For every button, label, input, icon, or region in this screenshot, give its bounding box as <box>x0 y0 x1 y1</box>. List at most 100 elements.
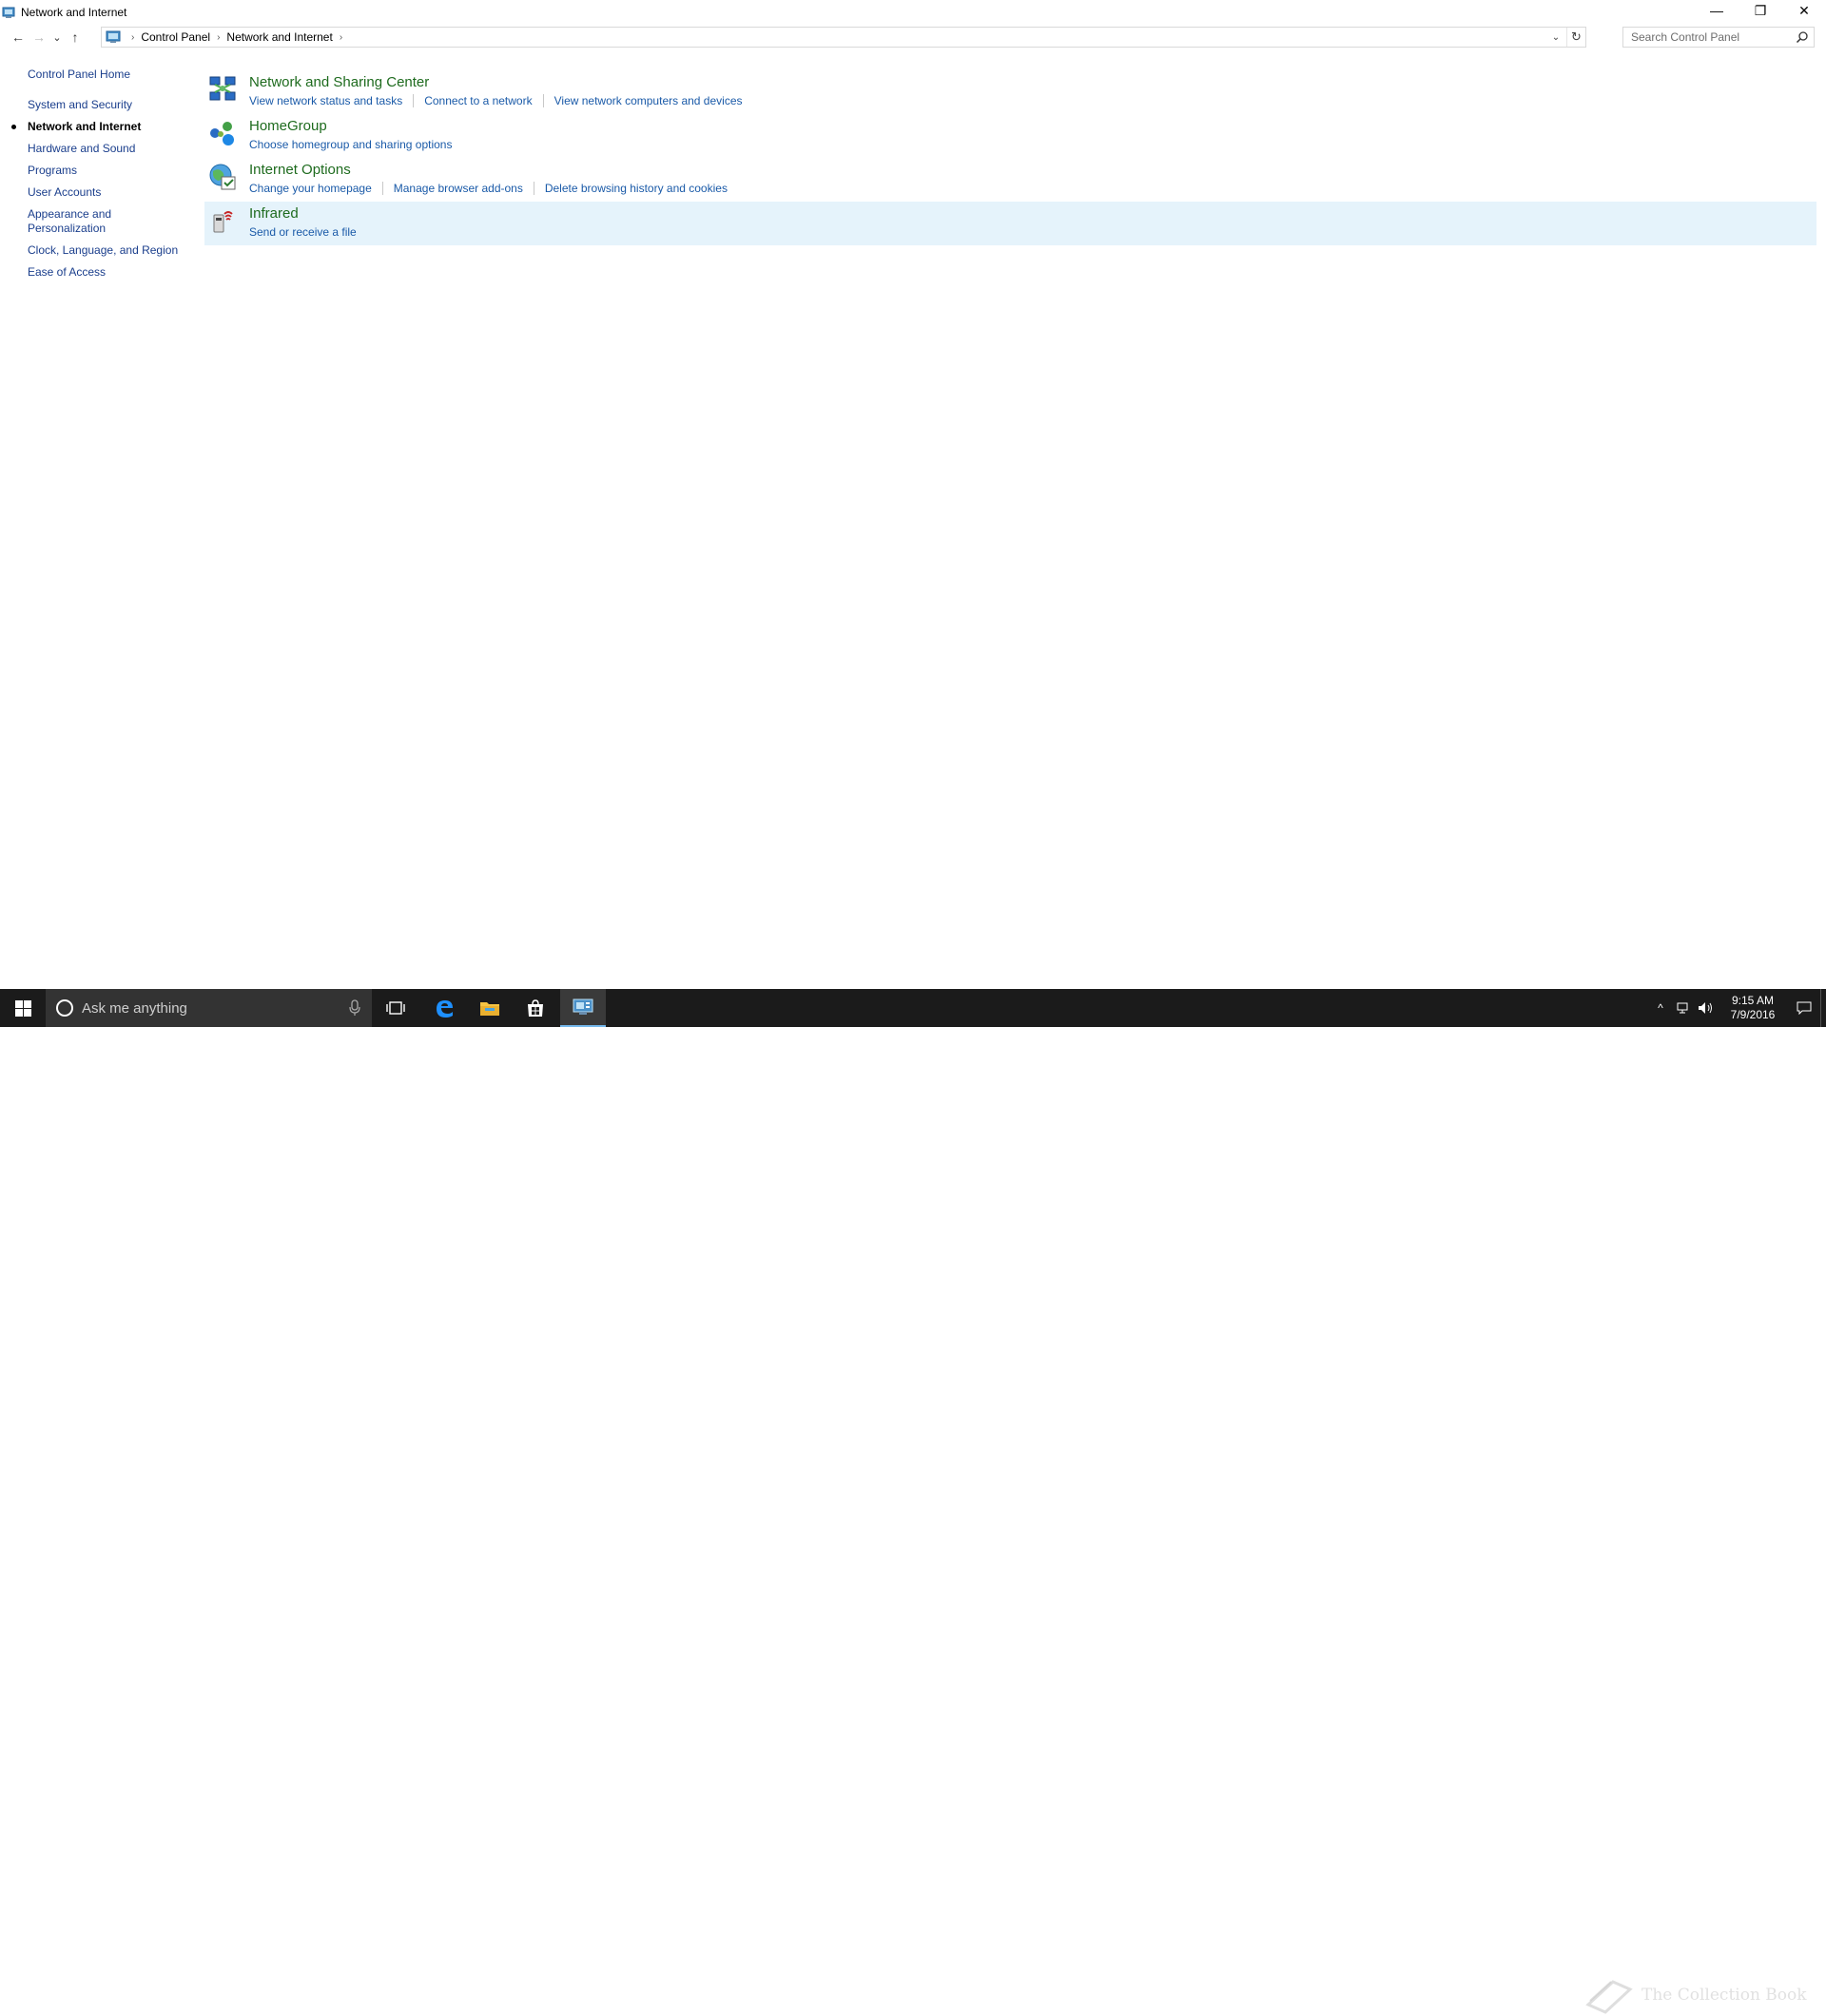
folder-icon <box>480 1002 499 1016</box>
system-tray: ^ 9:15 AM 7/9/2016 <box>1649 989 1826 1027</box>
breadcrumb-separator[interactable]: › <box>131 32 134 43</box>
leftnav-item-label: Ease of Access <box>28 265 107 279</box>
category-tasks: Choose homegroup and sharing options <box>249 138 452 151</box>
network-sharing-icon[interactable] <box>207 74 238 105</box>
taskbar: Ask me anything The Collection Book ^ 9:… <box>0 989 1826 2014</box>
window-controls: — ❐ ✕ <box>1695 0 1826 21</box>
change-homepage-link[interactable]: Change your homepage <box>249 182 372 195</box>
leftnav-item-label: Network and Internet <box>28 120 142 133</box>
refresh-button[interactable]: ↻ <box>1566 28 1585 47</box>
leftnav-item-label: Clock, Language, and Region <box>28 243 179 257</box>
show-hidden-icons-icon[interactable]: ^ <box>1649 989 1672 1027</box>
cortana-placeholder: Ask me anything <box>82 999 187 1017</box>
control-panel-home-link[interactable]: Control Panel Home <box>28 68 130 81</box>
internet-options-icon[interactable] <box>207 162 238 192</box>
watermark: The Collection Book <box>1584 1974 1807 2016</box>
clock[interactable]: 9:15 AM 7/9/2016 <box>1718 994 1788 1022</box>
title-bar: Network and Internet — ❐ ✕ <box>0 0 1826 25</box>
edge-taskbar-button[interactable] <box>421 989 467 1027</box>
store-icon <box>528 999 543 1017</box>
close-button[interactable]: ✕ <box>1782 0 1826 21</box>
leftnav-item-ease-of-access[interactable]: Ease of Access <box>0 265 190 280</box>
network-icon[interactable] <box>1672 989 1695 1027</box>
window-title: Network and Internet <box>21 6 127 19</box>
infrared-icon[interactable] <box>207 205 238 236</box>
leftnav-item-label: User Accounts <box>28 185 102 199</box>
leftnav-item-programs[interactable]: Programs <box>0 164 190 178</box>
leftnav-item-clock-language-region[interactable]: Clock, Language, and Region <box>0 243 190 258</box>
store-taskbar-button[interactable] <box>513 989 558 1027</box>
category-homegroup: HomeGroup Choose homegroup and sharing o… <box>204 114 1816 158</box>
start-button[interactable] <box>0 989 46 1027</box>
address-bar[interactable]: › Control Panel › Network and Internet ›… <box>101 27 1586 48</box>
forward-button[interactable]: → <box>29 27 49 48</box>
search-box[interactable] <box>1622 27 1815 48</box>
volume-icon[interactable] <box>1695 989 1718 1027</box>
leftnav-item-label: Appearance and Personalization <box>28 207 112 235</box>
cortana-search-box[interactable]: Ask me anything <box>46 989 372 1027</box>
cortana-icon <box>56 999 73 1017</box>
microphone-icon[interactable] <box>349 999 360 1017</box>
leftnav-item-label: System and Security <box>28 98 133 111</box>
main-content: Network and Sharing Center View network … <box>204 70 1816 245</box>
control-panel-taskbar-button[interactable] <box>560 989 606 1027</box>
choose-homegroup-options-link[interactable]: Choose homegroup and sharing options <box>249 138 452 151</box>
back-button[interactable]: ← <box>8 27 29 48</box>
network-and-sharing-center-link[interactable]: Network and Sharing Center <box>249 74 429 90</box>
category-infrared[interactable]: Infrared Send or receive a file <box>204 202 1816 245</box>
manage-browser-addons-link[interactable]: Manage browser add-ons <box>394 182 523 195</box>
current-bullet-icon <box>11 125 16 129</box>
task-view-icon <box>386 1001 405 1015</box>
control-panel-icon <box>2 7 15 18</box>
navigation-bar: ← → ⌄ ↑ › Control Panel › Network and In… <box>0 27 1826 48</box>
category-tasks: View network status and tasks Connect to… <box>249 94 743 107</box>
task-view-button[interactable] <box>373 989 418 1027</box>
clock-date: 7/9/2016 <box>1730 1008 1776 1021</box>
action-center-icon[interactable] <box>1788 989 1820 1027</box>
breadcrumb-separator[interactable]: › <box>340 32 342 43</box>
restore-button[interactable]: ❐ <box>1739 0 1782 21</box>
up-button[interactable]: ↑ <box>65 27 86 48</box>
link-divider <box>542 94 544 107</box>
view-network-computers-link[interactable]: View network computers and devices <box>554 94 743 107</box>
control-panel-icon <box>573 998 593 1015</box>
view-network-status-link[interactable]: View network status and tasks <box>249 94 402 107</box>
clock-time: 9:15 AM <box>1731 994 1775 1007</box>
watermark-text: The Collection Book <box>1641 1986 1807 2005</box>
delete-browsing-history-link[interactable]: Delete browsing history and cookies <box>545 182 728 195</box>
leftnav-item-user-accounts[interactable]: User Accounts <box>0 185 190 200</box>
search-input[interactable] <box>1629 29 1796 46</box>
show-desktop-button[interactable] <box>1820 989 1826 1027</box>
infrared-link[interactable]: Infrared <box>249 205 299 222</box>
breadcrumb-control-panel[interactable]: Control Panel <box>141 30 210 44</box>
book-icon <box>1585 1980 1633 2014</box>
leftnav-item-appearance-and-personalization[interactable]: Appearance and Personalization <box>0 207 119 236</box>
homegroup-icon[interactable] <box>207 118 238 148</box>
category-tasks: Change your homepage Manage browser add-… <box>249 182 728 195</box>
send-or-receive-file-link[interactable]: Send or receive a file <box>249 225 357 239</box>
edge-icon <box>437 1000 453 1018</box>
link-divider <box>413 94 415 107</box>
leftnav-item-system-and-security[interactable]: System and Security <box>0 98 190 112</box>
file-explorer-taskbar-button[interactable] <box>467 989 513 1027</box>
leftnav-item-network-and-internet[interactable]: Network and Internet <box>0 120 190 134</box>
minimize-button[interactable]: — <box>1695 0 1739 21</box>
homegroup-link[interactable]: HomeGroup <box>249 118 327 134</box>
control-panel-icon <box>106 30 121 43</box>
leftnav-item-hardware-and-sound[interactable]: Hardware and Sound <box>0 142 190 156</box>
recent-locations-button[interactable]: ⌄ <box>49 27 65 48</box>
address-dropdown-button[interactable]: ⌄ <box>1547 28 1564 47</box>
category-internet-options: Internet Options Change your homepage Ma… <box>204 158 1816 202</box>
category-tasks: Send or receive a file <box>249 225 357 239</box>
category-network-and-sharing-center: Network and Sharing Center View network … <box>204 70 1816 114</box>
breadcrumb-separator[interactable]: › <box>217 32 220 43</box>
leftnav-item-label: Programs <box>28 164 78 177</box>
link-divider <box>381 182 383 195</box>
category-list: System and Security Network and Internet… <box>0 98 200 287</box>
connect-to-network-link[interactable]: Connect to a network <box>424 94 532 107</box>
windows-logo-icon <box>14 999 31 1017</box>
internet-options-link[interactable]: Internet Options <box>249 162 351 178</box>
breadcrumb-network-and-internet[interactable]: Network and Internet <box>226 30 332 44</box>
leftnav-item-label: Hardware and Sound <box>28 142 136 155</box>
search-icon[interactable] <box>1796 30 1809 44</box>
